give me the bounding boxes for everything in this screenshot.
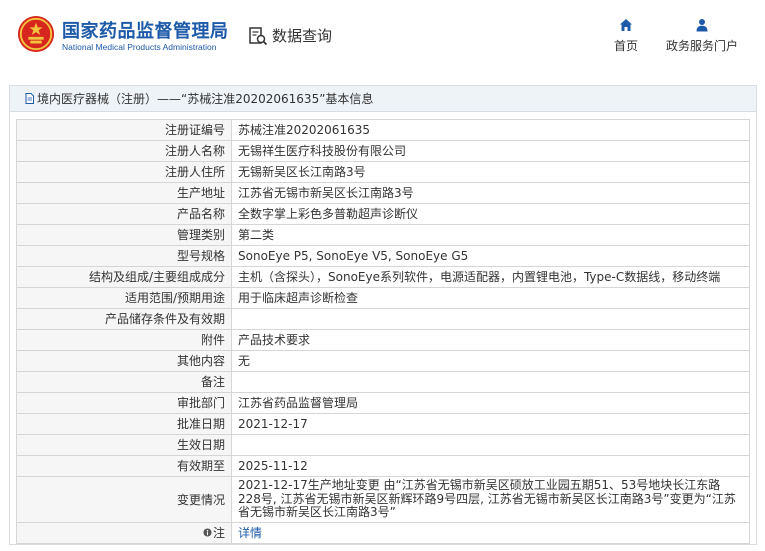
field-value: 产品技术要求 [231, 329, 750, 351]
field-value: SonoEye P5, SonoEye V5, SonoEye G5 [231, 245, 750, 267]
page-title: 境内医疗器械（注册）——“苏械注准20202061635”基本信息 [37, 92, 374, 106]
field-value: 无锡新吴区长江南路3号 [231, 161, 750, 183]
field-value: 江苏省无锡市新吴区长江南路3号 [231, 182, 750, 204]
field-value: 全数字掌上彩色多普勒超声诊断仪 [231, 203, 750, 225]
field-label: 生效日期 [16, 434, 232, 456]
table-row: 产品储存条件及有效期 [16, 308, 750, 330]
field-value: 无锡祥生医疗科技股份有限公司 [231, 140, 750, 162]
field-value: 2025-11-12 [231, 455, 750, 477]
nav-gov-service[interactable]: 政务服务门户 [660, 18, 744, 54]
field-value: 苏械注准20202061635 [231, 119, 750, 141]
nav-gov-service-label: 政务服务门户 [665, 39, 738, 53]
table-row: 变更情况 2021-12-17生产地址变更 由“江苏省无锡市新吴区硕放工业园五期5… [16, 476, 750, 523]
detail-table-body: 注册证编号 苏械注准20202061635 注册人名称 无锡祥生医疗科技股份有限公司注… [16, 119, 750, 523]
field-value: 用于临床超声诊断检查 [231, 287, 750, 309]
table-row: 有效期至 2025-11-12 [16, 455, 750, 477]
site-name-en[interactable]: National Medical Products Administration [62, 42, 217, 52]
field-value: 2021-12-17 [231, 413, 750, 435]
table-row: 审批部门 江苏省药品监督管理局 [16, 392, 750, 414]
field-label: 审批部门 [16, 392, 232, 414]
user-icon [696, 19, 708, 32]
detail-title-bar: 境内医疗器械（注册）——“苏械注准20202061635”基本信息 [10, 86, 756, 112]
table-row: 附件 产品技术要求 [16, 329, 750, 351]
field-value [231, 371, 750, 393]
table-row: 注册人名称 无锡祥生医疗科技股份有限公司 [16, 140, 750, 162]
field-value [231, 434, 750, 456]
table-row: 注册证编号 苏械注准20202061635 [16, 119, 750, 141]
site-header: 国家药品监督管理局 National Medical Products Admi… [0, 0, 765, 72]
table-row: 备注 [16, 371, 750, 393]
table-row: 管理类别 第二类 [16, 224, 750, 246]
national-emblem-icon [17, 15, 55, 53]
field-label: 有效期至 [16, 455, 232, 477]
document-icon [25, 93, 34, 104]
field-value: 无 [231, 350, 750, 372]
field-label: 注册人名称 [16, 140, 232, 162]
data-query-label: 数据查询 [272, 27, 333, 45]
field-label: 其他内容 [16, 350, 232, 372]
detail-table: 注册证编号 苏械注准20202061635 注册人名称 无锡祥生医疗科技股份有限公司注… [16, 119, 750, 544]
field-label: 变更情况 [16, 476, 232, 523]
field-label: 适用范围/预期用途 [16, 287, 232, 309]
field-label: 注册证编号 [16, 119, 232, 141]
field-label: 备注 [16, 371, 232, 393]
field-value: 2021-12-17生产地址变更 由“江苏省无锡市新吴区硕放工业园五期51、53… [231, 476, 750, 523]
nav-home-label: 首页 [613, 39, 638, 53]
details-link[interactable]: 详情 [238, 526, 262, 540]
field-label: 附件 [16, 329, 232, 351]
field-value: 主机（含探头），SonoEye系列软件，电源适配器，内置锂电池，Type-C数据… [231, 266, 750, 288]
note-value-cell: 详情 [231, 522, 750, 544]
info-bullet-icon [203, 528, 212, 537]
field-label: 批准日期 [16, 413, 232, 435]
note-label: 注 [212, 525, 225, 540]
table-row: 型号规格 SonoEye P5, SonoEye V5, SonoEye G5 [16, 245, 750, 267]
field-value: 江苏省药品监督管理局 [231, 392, 750, 414]
table-row: 结构及组成/主要组成成分 主机（含探头），SonoEye系列软件，电源适配器，内置… [16, 266, 750, 288]
field-label: 管理类别 [16, 224, 232, 246]
field-label: 产品名称 [16, 203, 232, 225]
field-label: 生产地址 [16, 182, 232, 204]
nav-home[interactable]: 首页 [606, 18, 646, 54]
table-row: 批准日期 2021-12-17 [16, 413, 750, 435]
note-label-cell: 注 [16, 522, 232, 544]
field-label: 结构及组成/主要组成成分 [16, 266, 232, 288]
field-label: 产品储存条件及有效期 [16, 308, 232, 330]
table-row: 适用范围/预期用途 用于临床超声诊断检查 [16, 287, 750, 309]
field-value [231, 308, 750, 330]
table-row: 其他内容无 [16, 350, 750, 372]
field-label: 型号规格 [16, 245, 232, 267]
field-label: 注册人住所 [16, 161, 232, 183]
home-icon [620, 19, 632, 31]
field-value: 第二类 [231, 224, 750, 246]
site-name-cn[interactable]: 国家药品监督管理局 [62, 17, 229, 43]
table-row: 产品名称 全数字掌上彩色多普勒超声诊断仪 [16, 203, 750, 225]
table-row: 生产地址 江苏省无锡市新吴区长江南路3号 [16, 182, 750, 204]
detail-panel: 境内医疗器械（注册）——“苏械注准20202061635”基本信息 注册证编号苏… [9, 85, 757, 545]
table-row: 生效日期 [16, 434, 750, 456]
table-row-note: 注 详情 [16, 522, 750, 544]
data-query-icon [249, 26, 268, 45]
data-query-link[interactable]: 数据查询 [248, 25, 332, 46]
table-row: 注册人住所 无锡新吴区长江南路3号 [16, 161, 750, 183]
